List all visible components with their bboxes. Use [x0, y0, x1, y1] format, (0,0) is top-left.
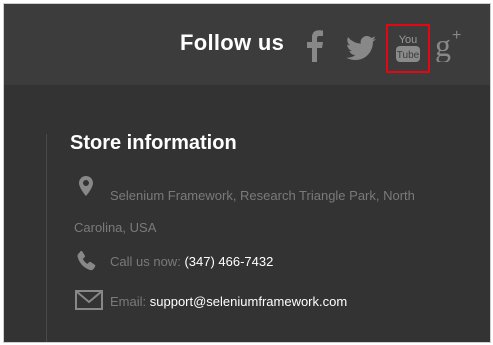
twitter-icon[interactable] — [346, 36, 376, 60]
youtube-icon[interactable]: You Tube — [386, 24, 430, 73]
follow-us-heading: Follow us — [180, 30, 285, 55]
envelope-icon — [75, 290, 103, 315]
youtube-label-top: You — [399, 34, 418, 46]
phone-label: Call us now: — [110, 254, 181, 269]
store-address: Selenium Framework, Research Triangle Pa… — [74, 188, 415, 235]
google-plus-icon[interactable]: g + — [435, 26, 471, 63]
column-divider — [46, 134, 47, 342]
footer-panel: Follow us You Tube g + Store information… — [3, 3, 491, 343]
email-line: Email: support@seleniumframework.com — [110, 294, 347, 309]
phone-line: Call us now: (347) 466-7432 — [110, 254, 273, 269]
youtube-label-bottom: Tube — [397, 50, 420, 61]
follow-us-bar: Follow us You Tube g + — [4, 4, 490, 85]
facebook-icon[interactable] — [306, 30, 324, 62]
store-info-heading: Store information — [70, 132, 237, 154]
phone-icon — [76, 250, 98, 277]
phone-number: (347) 466-7432 — [184, 254, 274, 269]
svg-text:+: + — [452, 27, 461, 44]
email-link[interactable]: support@seleniumframework.com — [150, 294, 347, 309]
svg-text:g: g — [435, 27, 451, 62]
email-label: Email: — [110, 294, 147, 309]
